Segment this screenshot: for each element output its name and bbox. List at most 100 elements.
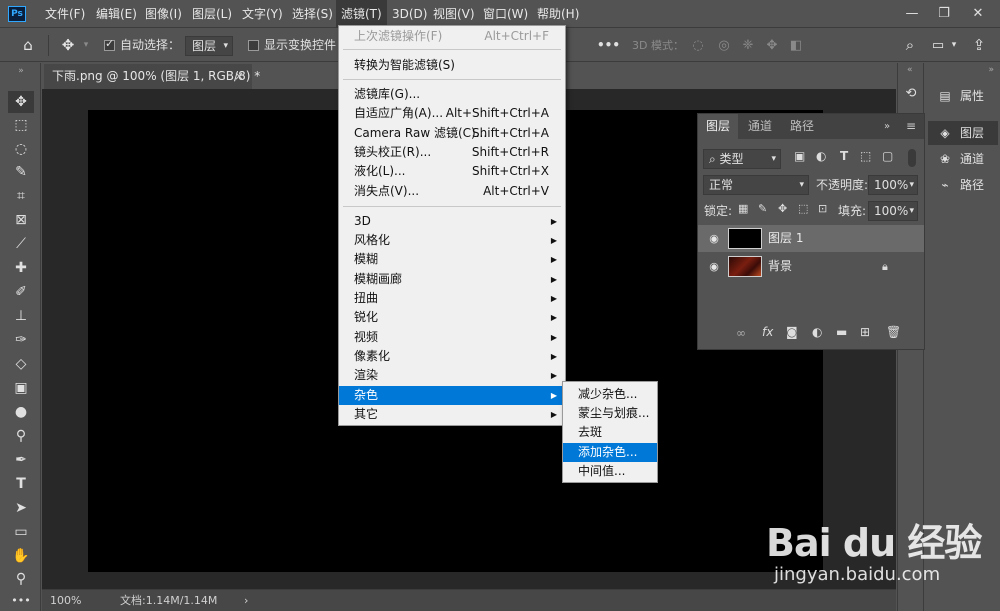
- fill-input[interactable]: 100% ▾: [868, 201, 918, 221]
- menu-image[interactable]: 图像(I): [140, 0, 187, 28]
- close-document-icon[interactable]: ×: [234, 64, 244, 89]
- menu-item-other[interactable]: 其它 ▶: [339, 405, 565, 424]
- trash-icon[interactable]: 🗑︎: [886, 325, 901, 339]
- auto-select-checkbox[interactable]: [104, 37, 115, 51]
- restore-button[interactable]: ❐: [928, 0, 960, 28]
- crop-tool-icon[interactable]: ⌗: [8, 185, 34, 207]
- menu-item-vanishing-point[interactable]: 消失点(V)... Alt+Ctrl+V: [339, 182, 565, 201]
- menu-filter[interactable]: 滤镜(T): [336, 0, 387, 28]
- lasso-tool-icon[interactable]: ◌: [8, 138, 34, 160]
- adjustment-layer-icon[interactable]: ◐: [812, 325, 822, 339]
- channels-panel-button[interactable]: ❀ 通道: [928, 147, 998, 171]
- menu-item-dust-scratches[interactable]: 蒙尘与划痕...: [563, 404, 657, 423]
- menu-item-blur-gallery[interactable]: 模糊画廊 ▶: [339, 270, 565, 289]
- menu-item-lens-correction[interactable]: 镜头校正(R)... Shift+Ctrl+R: [339, 143, 565, 162]
- layers-panel-button[interactable]: ◈ 图层: [928, 121, 998, 145]
- quick-selection-tool-icon[interactable]: ✎: [8, 161, 34, 183]
- menu-item-distort[interactable]: 扭曲 ▶: [339, 289, 565, 308]
- panel-menu-icon[interactable]: ≡: [906, 114, 916, 139]
- blur-tool-icon[interactable]: ●: [8, 401, 34, 423]
- brush-tool-icon[interactable]: ✐: [8, 281, 34, 303]
- layer-row[interactable]: ◉ 背景 🔒︎: [698, 253, 924, 280]
- menu-item-video[interactable]: 视频 ▶: [339, 328, 565, 347]
- link-layers-icon[interactable]: ∞: [736, 326, 746, 340]
- chevron-down-icon[interactable]: ▾: [80, 29, 92, 62]
- collapse-icon[interactable]: «: [907, 65, 913, 75]
- zoom-tool-icon[interactable]: ⚲: [8, 568, 34, 590]
- lock-transparent-icon[interactable]: ▦: [738, 202, 748, 215]
- type-tool-icon[interactable]: T: [8, 473, 34, 495]
- menu-3d[interactable]: 3D(D): [387, 0, 432, 28]
- filter-pixel-icon[interactable]: ▣: [794, 149, 805, 163]
- menu-item-liquify[interactable]: 液化(L)... Shift+Ctrl+X: [339, 162, 565, 181]
- menu-item-blur[interactable]: 模糊 ▶: [339, 250, 565, 269]
- hand-tool-icon[interactable]: ✋: [8, 545, 34, 567]
- visibility-eye-icon[interactable]: ◉: [706, 225, 722, 252]
- history-icon[interactable]: ⟲: [903, 86, 919, 102]
- menu-item-median[interactable]: 中间值...: [563, 462, 657, 481]
- lock-all-icon[interactable]: ⊡: [818, 202, 827, 215]
- status-arrow-icon[interactable]: ›: [244, 590, 248, 611]
- visibility-eye-icon[interactable]: ◉: [706, 253, 722, 280]
- tab-layers[interactable]: 图层: [698, 114, 739, 139]
- move-tool-icon[interactable]: ✥: [56, 29, 80, 62]
- menu-item-camera-raw[interactable]: Camera Raw 滤镜(C)... Shift+Ctrl+A: [339, 124, 565, 143]
- menu-item-convert-smart-filter[interactable]: 转换为智能滤镜(S): [339, 56, 565, 75]
- opacity-input[interactable]: 100% ▾: [868, 175, 918, 195]
- menu-item-filter-gallery[interactable]: 滤镜库(G)...: [339, 85, 565, 104]
- paths-panel-button[interactable]: ⌁ 路径: [928, 173, 998, 197]
- menu-view[interactable]: 视图(V): [428, 0, 480, 28]
- filter-type-icon[interactable]: T: [840, 149, 848, 163]
- healing-brush-tool-icon[interactable]: ✚: [8, 257, 34, 279]
- blend-mode-dropdown[interactable]: 正常 ▾: [703, 175, 809, 195]
- document-tab[interactable]: 下雨.png @ 100% (图层 1, RGB/8) * ×: [44, 64, 260, 89]
- menu-select[interactable]: 选择(S): [287, 0, 338, 28]
- collapse-panel-icon[interactable]: »: [884, 114, 890, 139]
- menu-file[interactable]: 文件(F): [40, 0, 90, 28]
- share-icon[interactable]: ⇪: [968, 29, 990, 62]
- expand-icon[interactable]: »: [988, 65, 994, 75]
- add-mask-icon[interactable]: ◙: [786, 325, 798, 339]
- filter-toggle[interactable]: [908, 149, 916, 167]
- dodge-tool-icon[interactable]: ⚲: [8, 425, 34, 447]
- eyedropper-tool-icon[interactable]: ⟋: [8, 233, 34, 255]
- menu-item-sharpen[interactable]: 锐化 ▶: [339, 308, 565, 327]
- zoom-level[interactable]: 100%: [50, 590, 81, 611]
- auto-select-target-dropdown[interactable]: 图层 ▾: [185, 36, 233, 56]
- tab-paths[interactable]: 路径: [782, 114, 822, 139]
- workspace-icon[interactable]: ▭: [928, 29, 948, 62]
- fx-icon[interactable]: fx: [762, 325, 773, 339]
- minimize-button[interactable]: —: [896, 0, 928, 28]
- frame-tool-icon[interactable]: ⊠: [8, 209, 34, 231]
- menu-layer[interactable]: 图层(L): [187, 0, 237, 28]
- clone-stamp-tool-icon[interactable]: ⊥: [8, 305, 34, 327]
- menu-type[interactable]: 文字(Y): [237, 0, 288, 28]
- menu-item-reduce-noise[interactable]: 减少杂色...: [563, 385, 657, 404]
- menu-help[interactable]: 帮助(H): [532, 0, 584, 28]
- menu-item-add-noise[interactable]: 添加杂色...: [563, 443, 657, 462]
- menu-item-noise[interactable]: 杂色 ▶: [339, 386, 565, 405]
- menu-item-pixelate[interactable]: 像素化 ▶: [339, 347, 565, 366]
- move-tool-icon[interactable]: ✥: [8, 91, 34, 113]
- chevron-down-icon[interactable]: ▾: [948, 29, 960, 62]
- more-tools-icon[interactable]: •••: [8, 590, 34, 611]
- path-selection-tool-icon[interactable]: ➤: [8, 497, 34, 519]
- lock-position-icon[interactable]: ✥: [778, 202, 787, 215]
- gradient-tool-icon[interactable]: ▣: [8, 377, 34, 399]
- filter-shape-icon[interactable]: ⬚: [860, 149, 871, 163]
- new-group-icon[interactable]: ▬: [836, 325, 847, 339]
- show-transform-checkbox[interactable]: [248, 40, 259, 51]
- eraser-tool-icon[interactable]: ◇: [8, 353, 34, 375]
- filter-smart-object-icon[interactable]: ▢: [882, 149, 893, 163]
- home-icon[interactable]: ⌂: [16, 29, 40, 62]
- close-window-button[interactable]: ✕: [962, 0, 994, 28]
- tab-channels[interactable]: 通道: [740, 114, 780, 139]
- filter-adjustment-icon[interactable]: ◐: [816, 149, 826, 163]
- menu-window[interactable]: 窗口(W): [478, 0, 533, 28]
- new-layer-icon[interactable]: ⊞: [860, 325, 870, 339]
- menu-item-adaptive-wide-angle[interactable]: 自适应广角(A)... Alt+Shift+Ctrl+A: [339, 104, 565, 123]
- menu-edit[interactable]: 编辑(E): [91, 0, 142, 28]
- marquee-tool-icon[interactable]: ⬚: [8, 114, 34, 136]
- rectangle-tool-icon[interactable]: ▭: [8, 521, 34, 543]
- menu-item-stylize[interactable]: 风格化 ▶: [339, 231, 565, 250]
